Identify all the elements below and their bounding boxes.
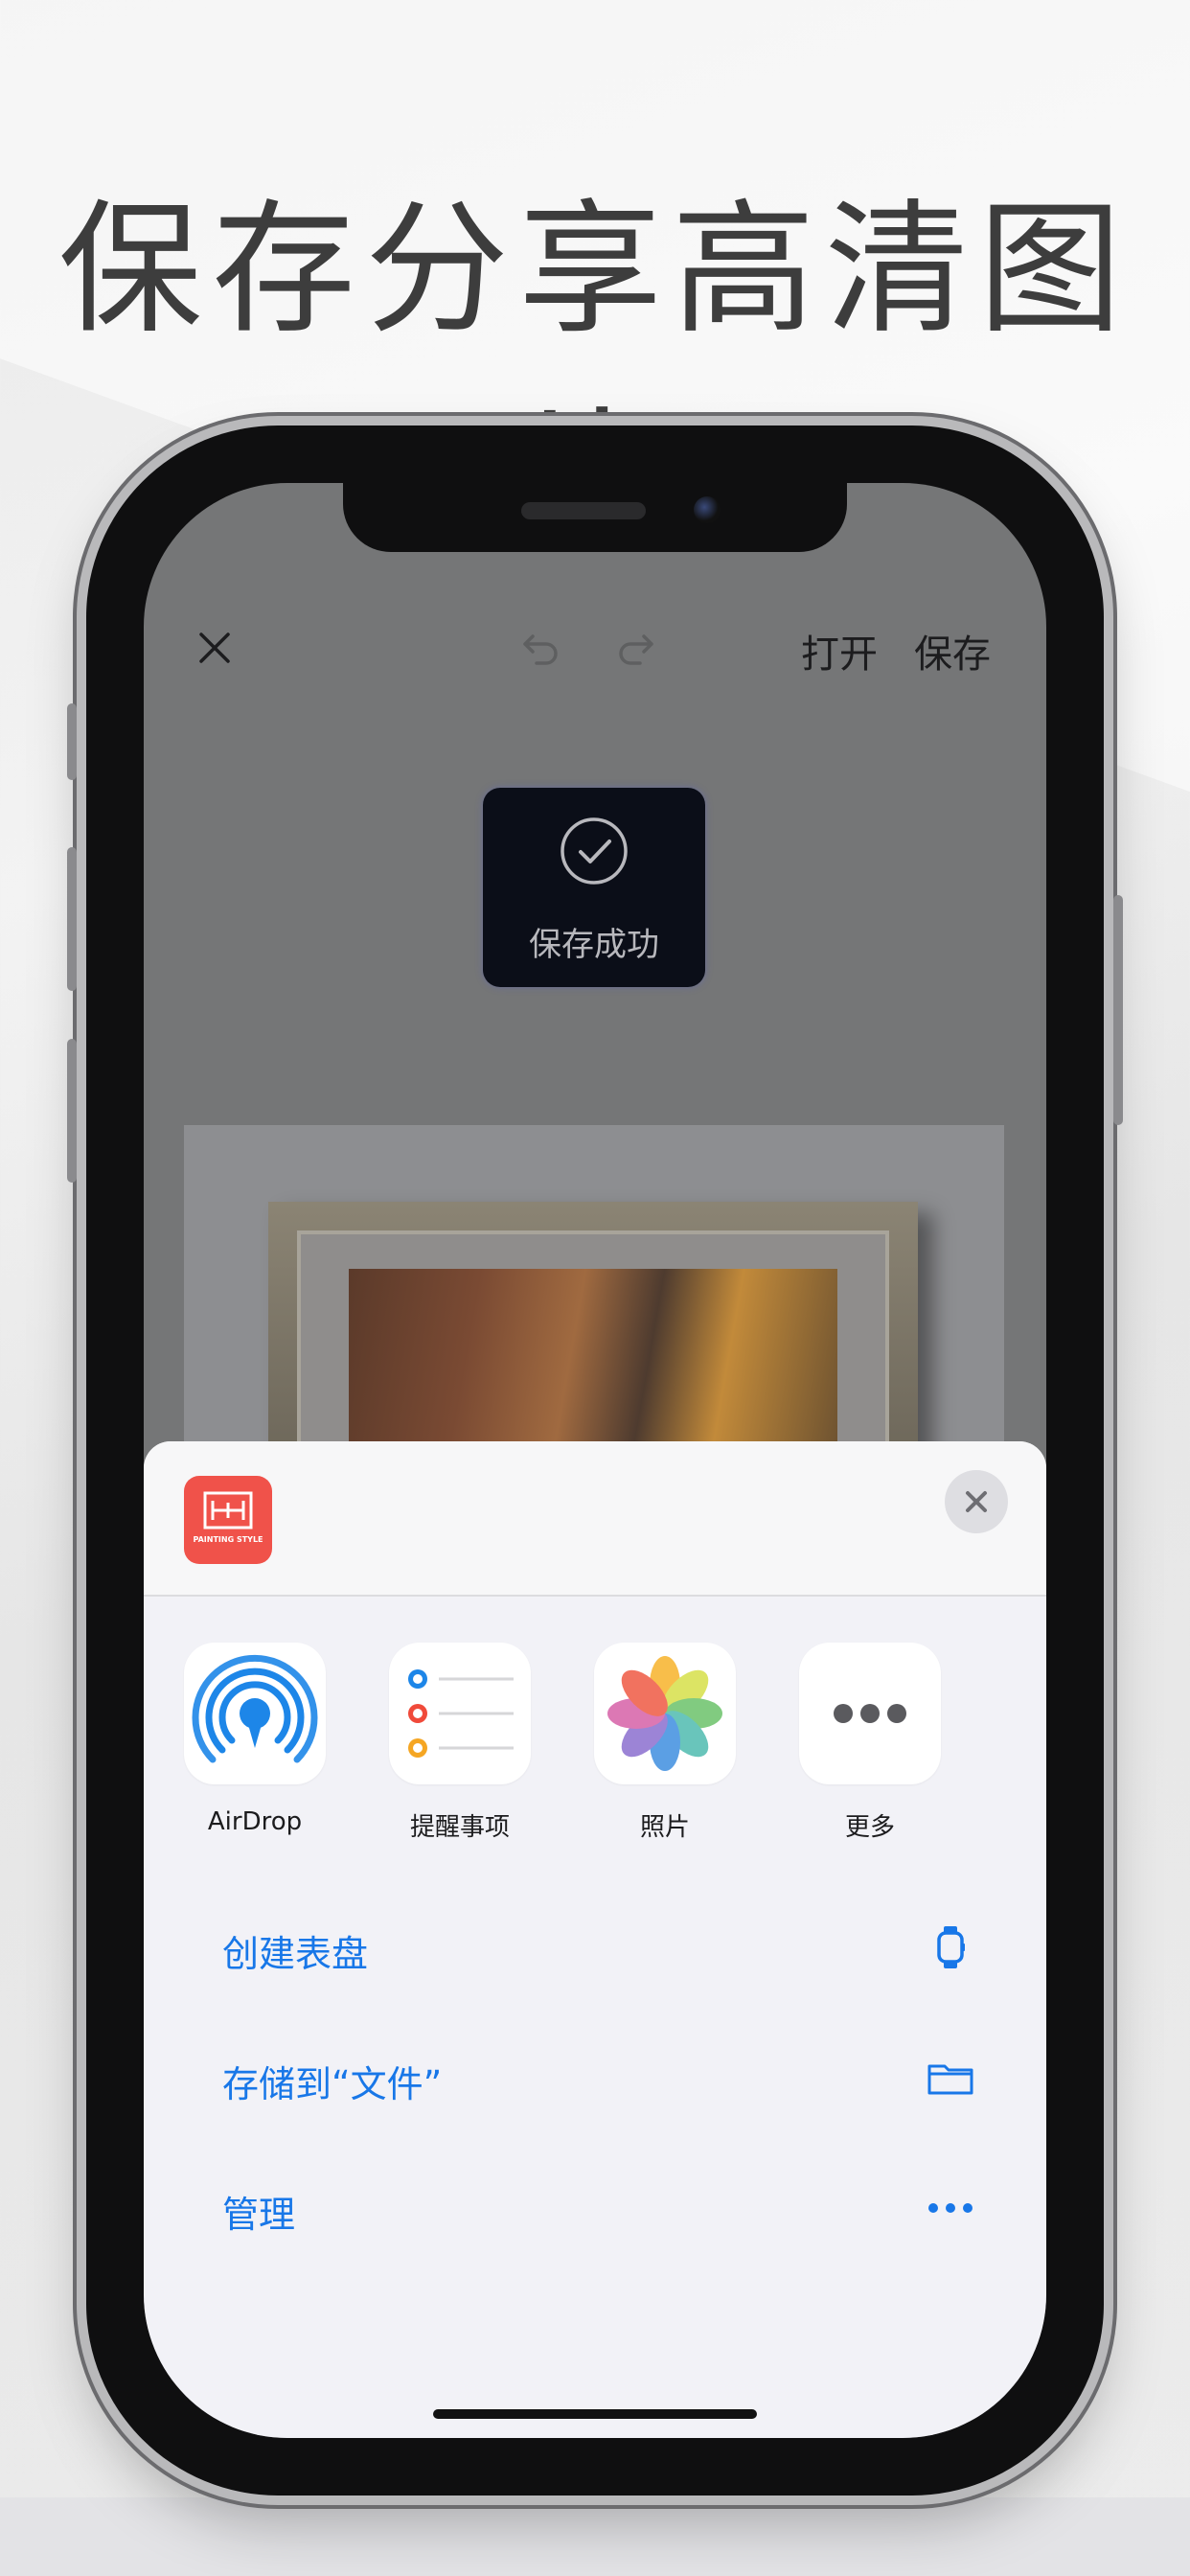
home-indicator[interactable] (433, 2409, 757, 2419)
phone-screen: 打开 保存 保存成功 PAINTING STYLE AirDrop 提醒事项 照… (144, 483, 1046, 2438)
undo-icon[interactable] (519, 627, 563, 671)
share-sheet-header: PAINTING STYLE (144, 1441, 1046, 1597)
app-logo: PAINTING STYLE (184, 1476, 272, 1564)
earpiece-speaker (521, 502, 646, 519)
artwork-preview (184, 1125, 1004, 1489)
share-target-label: 提醒事项 (409, 1813, 510, 1842)
save-button[interactable]: 保存 (914, 623, 991, 678)
redo-icon[interactable] (613, 627, 657, 671)
share-sheet: PAINTING STYLE AirDrop 提醒事项 照片 更多 创建表盘 存… (144, 1441, 1046, 2438)
share-target-photos[interactable]: 照片 (594, 1643, 736, 1843)
power-button (1113, 895, 1123, 1125)
save-success-toast: 保存成功 (483, 788, 705, 987)
action-manage[interactable]: 管理 (184, 2143, 1006, 2273)
app-logo-text: PAINTING STYLE (193, 1535, 263, 1544)
action-label: 管理 (222, 2194, 296, 2236)
action-label: 存储到“文件” (222, 2063, 443, 2105)
share-target-reminders[interactable]: 提醒事项 (389, 1643, 531, 1843)
action-create-watch-face[interactable]: 创建表盘 (184, 1882, 1006, 2012)
checkmark-circle-icon (561, 817, 628, 885)
reminders-icon (389, 1643, 531, 1784)
editor-toolbar: 打开 保存 (144, 588, 1046, 684)
toast-text: 保存成功 (529, 926, 659, 964)
folder-icon (927, 2064, 973, 2095)
close-icon[interactable] (194, 627, 236, 669)
notch (343, 483, 847, 552)
volume-up-button (67, 847, 77, 991)
more-icon (799, 1643, 941, 1784)
photos-icon (594, 1643, 736, 1784)
share-targets-row: AirDrop 提醒事项 照片 更多 (184, 1643, 1008, 1853)
front-camera (694, 496, 721, 523)
bottom-band (0, 2497, 1190, 2576)
ellipsis-icon (928, 2203, 973, 2213)
share-actions-list: 创建表盘 存储到“文件” 管理 (184, 1882, 1006, 2273)
volume-down-button (67, 1039, 77, 1183)
share-target-label: AirDrop (207, 1807, 303, 1836)
sheet-close-button[interactable] (945, 1470, 1008, 1533)
action-label: 创建表盘 (222, 1933, 369, 1975)
painting-style-logo-icon (203, 1491, 253, 1530)
share-target-airdrop[interactable]: AirDrop (184, 1643, 326, 1836)
watch-icon (937, 1926, 965, 1968)
share-target-more[interactable]: 更多 (799, 1643, 941, 1843)
share-target-label: 更多 (844, 1813, 895, 1842)
close-icon (966, 1491, 987, 1512)
mute-switch (67, 703, 77, 780)
open-button[interactable]: 打开 (801, 623, 878, 678)
action-save-to-files[interactable]: 存储到“文件” (184, 2012, 1006, 2143)
phone-mockup: 打开 保存 保存成功 PAINTING STYLE AirDrop 提醒事项 照… (67, 426, 1123, 2496)
share-target-label: 照片 (639, 1813, 690, 1842)
airdrop-icon (184, 1643, 326, 1784)
